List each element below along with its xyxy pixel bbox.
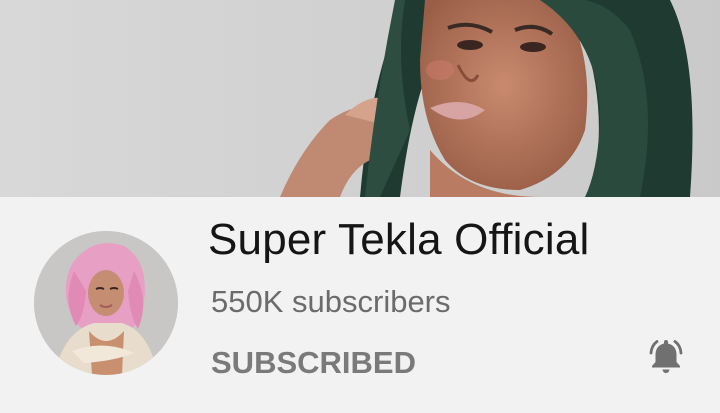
bell-ringing-icon — [649, 340, 683, 373]
channel-header: Super Tekla Official 550K subscribers SU… — [0, 197, 720, 413]
subscribed-button[interactable]: SUBSCRIBED — [211, 344, 416, 382]
banner-image — [0, 0, 720, 197]
channel-title: Super Tekla Official — [208, 215, 590, 264]
avatar-image — [34, 231, 178, 375]
channel-banner — [0, 0, 720, 197]
notification-bell-button[interactable] — [643, 333, 689, 379]
subscriber-count: 550K subscribers — [211, 284, 451, 319]
channel-avatar[interactable] — [34, 231, 178, 375]
